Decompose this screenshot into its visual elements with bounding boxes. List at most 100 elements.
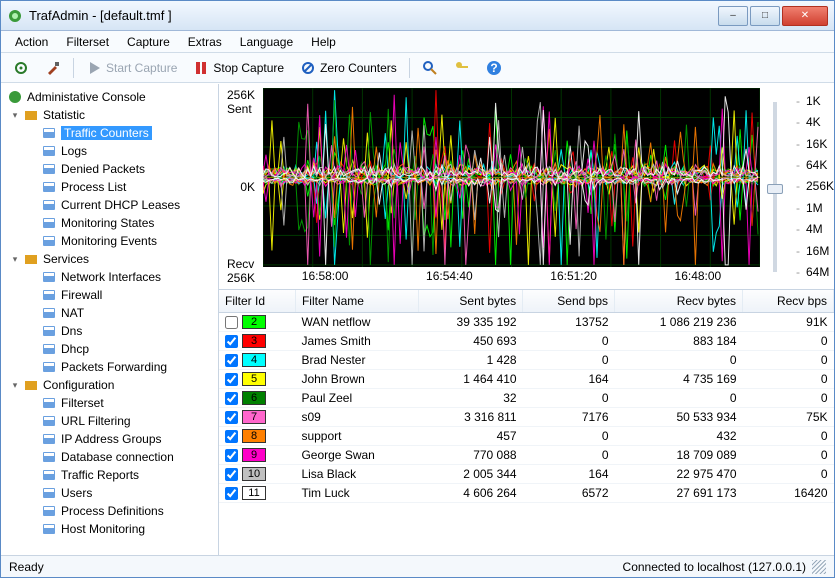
table-row[interactable]: 3James Smith450 6930883 1840	[219, 332, 834, 351]
row-checkbox[interactable]	[225, 487, 238, 500]
table-row[interactable]: 9George Swan770 088018 709 0890	[219, 446, 834, 465]
filter-color-swatch: 5	[242, 372, 266, 386]
recv-bps: 0	[743, 446, 834, 465]
col-header[interactable]: Send bps	[523, 290, 615, 313]
filter-name: Brad Nester	[295, 351, 418, 370]
tree-item[interactable]: Packets Forwarding	[3, 358, 218, 376]
row-checkbox[interactable]	[225, 316, 238, 329]
col-header[interactable]: Sent bytes	[419, 290, 523, 313]
tree-item[interactable]: NAT	[3, 304, 218, 322]
start-capture-button[interactable]: Start Capture	[80, 57, 183, 79]
tree-item[interactable]: Firewall	[3, 286, 218, 304]
tree-item[interactable]: Network Interfaces	[3, 268, 218, 286]
table-row[interactable]: 4Brad Nester1 428000	[219, 351, 834, 370]
chart-plot[interactable]	[263, 88, 760, 267]
tree-item[interactable]: Filterset	[3, 394, 218, 412]
table-row[interactable]: 6Paul Zeel32000	[219, 389, 834, 408]
tool-key-button[interactable]	[448, 57, 476, 79]
stop-capture-button[interactable]: Stop Capture	[187, 57, 290, 79]
row-checkbox[interactable]	[225, 354, 238, 367]
firewall-icon	[41, 287, 57, 303]
maximize-button[interactable]: □	[750, 6, 780, 26]
col-header[interactable]: Filter Id	[219, 290, 295, 313]
nav-tree[interactable]: Administative Console ▾StatisticTraffic …	[1, 84, 219, 555]
menu-action[interactable]: Action	[7, 33, 56, 51]
menu-language[interactable]: Language	[232, 33, 301, 51]
row-checkbox[interactable]	[225, 411, 238, 424]
menu-capture[interactable]: Capture	[119, 33, 178, 51]
target-icon	[13, 60, 29, 76]
tree-item[interactable]: URL Filtering	[3, 412, 218, 430]
tree-item[interactable]: Monitoring Events	[3, 232, 218, 250]
filter-table[interactable]: Filter IdFilter NameSent bytesSend bpsRe…	[219, 289, 834, 555]
tree-item[interactable]: Logs	[3, 142, 218, 160]
recv-bps: 0	[743, 389, 834, 408]
tools-icon	[45, 60, 61, 76]
filter-color-swatch: 11	[242, 486, 266, 500]
minimize-button[interactable]: –	[718, 6, 748, 26]
table-row[interactable]: 5John Brown1 464 4101644 735 1690	[219, 370, 834, 389]
row-checkbox[interactable]	[225, 430, 238, 443]
chart-y-right: 1K4K16K64K256K1M4M16M64M	[790, 88, 830, 285]
row-checkbox[interactable]	[225, 468, 238, 481]
tree-item[interactable]: Denied Packets	[3, 160, 218, 178]
expander-icon[interactable]: ▾	[9, 253, 21, 265]
console-icon	[7, 89, 23, 105]
tool-find-button[interactable]	[416, 57, 444, 79]
expander-icon[interactable]: ▾	[9, 109, 21, 121]
sent-bytes: 3 316 811	[419, 408, 523, 427]
tree-item[interactable]: Host Monitoring	[3, 520, 218, 538]
stop-capture-label: Stop Capture	[213, 61, 284, 75]
table-row[interactable]: 11Tim Luck4 606 264657227 691 17316420	[219, 484, 834, 503]
recv-bps: 16420	[743, 484, 834, 503]
menu-extras[interactable]: Extras	[180, 33, 230, 51]
tree-item[interactable]: IP Address Groups	[3, 430, 218, 448]
tree-item[interactable]: Database connection	[3, 448, 218, 466]
counters-icon	[41, 125, 57, 141]
tree-item[interactable]: Traffic Reports	[3, 466, 218, 484]
filter-icon	[41, 395, 57, 411]
table-row[interactable]: 7s093 316 811717650 533 93475K	[219, 408, 834, 427]
tree-group[interactable]: ▾Configuration	[3, 376, 218, 394]
menu-help[interactable]: Help	[303, 33, 344, 51]
col-header[interactable]: Recv bytes	[615, 290, 743, 313]
zoom-slider[interactable]	[764, 88, 786, 285]
tool-target-button[interactable]	[7, 57, 35, 79]
mon-event-icon	[41, 233, 57, 249]
table-row[interactable]: 2WAN netflow39 335 192137521 086 219 236…	[219, 313, 834, 332]
tool-help-button[interactable]: ?	[480, 57, 508, 79]
expander-icon[interactable]: ▾	[9, 379, 21, 391]
zero-icon	[300, 60, 316, 76]
tool-tools-button[interactable]	[39, 57, 67, 79]
tree-root[interactable]: Administative Console	[3, 88, 218, 106]
start-capture-label: Start Capture	[106, 61, 177, 75]
menu-filterset[interactable]: Filterset	[58, 33, 117, 51]
row-checkbox[interactable]	[225, 449, 238, 462]
close-button[interactable]: ✕	[782, 6, 828, 26]
col-header[interactable]: Recv bps	[743, 290, 834, 313]
tree-item[interactable]: Process List	[3, 178, 218, 196]
tree-item[interactable]: Traffic Counters	[3, 124, 218, 142]
tree-group[interactable]: ▾Statistic	[3, 106, 218, 124]
zero-counters-label: Zero Counters	[320, 61, 397, 75]
resize-grip[interactable]	[812, 560, 826, 574]
tree-item[interactable]: Dhcp	[3, 340, 218, 358]
zero-counters-button[interactable]: Zero Counters	[294, 57, 403, 79]
tree-group[interactable]: ▾Services	[3, 250, 218, 268]
tree-item[interactable]: Monitoring States	[3, 214, 218, 232]
row-checkbox[interactable]	[225, 392, 238, 405]
col-header[interactable]: Filter Name	[295, 290, 418, 313]
table-row[interactable]: 10Lisa Black2 005 34416422 975 4700	[219, 465, 834, 484]
slider-thumb[interactable]	[767, 184, 783, 194]
send-bps: 0	[523, 446, 615, 465]
tree-item[interactable]: Process Definitions	[3, 502, 218, 520]
recv-bytes: 27 691 173	[615, 484, 743, 503]
sent-bytes: 32	[419, 389, 523, 408]
tree-item[interactable]: Dns	[3, 322, 218, 340]
row-checkbox[interactable]	[225, 373, 238, 386]
row-checkbox[interactable]	[225, 335, 238, 348]
tree-item[interactable]: Users	[3, 484, 218, 502]
table-row[interactable]: 8support45704320	[219, 427, 834, 446]
menu-bar: Action Filterset Capture Extras Language…	[1, 31, 834, 53]
tree-item[interactable]: Current DHCP Leases	[3, 196, 218, 214]
